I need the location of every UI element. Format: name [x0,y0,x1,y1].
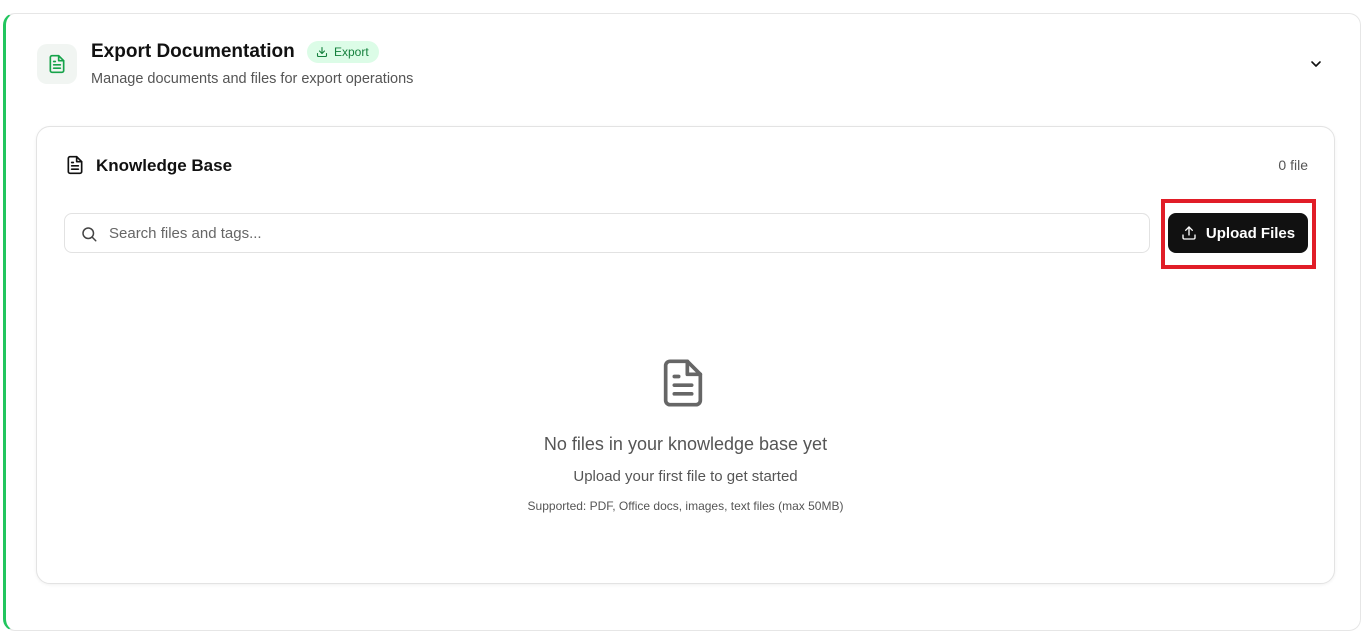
export-badge: Export [307,41,379,63]
search-box[interactable] [64,213,1150,253]
search-icon [82,227,97,242]
chevron-down-icon [1311,61,1321,67]
export-documentation-card: Export Documentation Export Manage docum… [3,13,1361,631]
section-title: Export Documentation [91,41,295,62]
supported-formats-hint: Supported: PDF, Office docs, images, tex… [527,499,844,513]
knowledge-base-panel: Knowledge Base 0 file Upload Files [36,126,1335,584]
empty-state-title: No files in your knowledge base yet [543,434,828,454]
knowledge-base-title: Knowledge Base [96,156,233,175]
search-input[interactable] [109,214,1139,252]
collapse-toggle[interactable] [1304,52,1328,76]
file-count: 0 file [1278,157,1308,173]
upload-files-label: Upload Files [1205,224,1296,242]
document-icon [67,155,83,175]
document-icon [37,44,77,84]
export-badge-label: Export [334,45,369,59]
upload-icon [1182,226,1196,240]
section-subtitle: Manage documents and files for export op… [91,71,414,87]
download-icon [316,46,328,58]
empty-document-icon [663,359,703,407]
empty-state-subtitle: Upload your first file to get started [573,468,798,485]
upload-files-button[interactable]: Upload Files [1168,213,1308,253]
